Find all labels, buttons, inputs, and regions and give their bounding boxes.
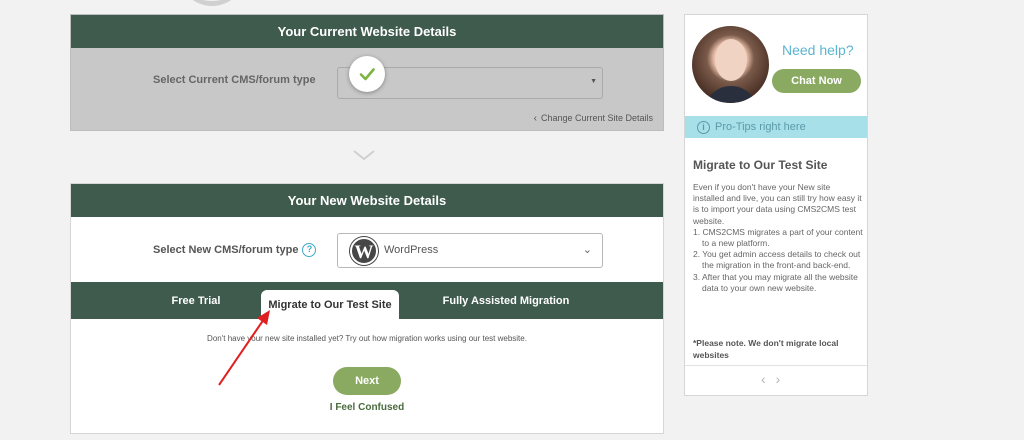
current-website-panel: Your Current Website Details Select Curr… bbox=[70, 14, 664, 131]
next-button[interactable]: Next bbox=[333, 367, 401, 395]
chevron-left-icon: ‹ bbox=[533, 113, 537, 124]
test-site-description: Don't have your new site installed yet? … bbox=[207, 334, 527, 343]
tip-body: Even if you don't have your New site ins… bbox=[693, 182, 863, 294]
tab-migrate-test-site[interactable]: Migrate to Our Test Site bbox=[261, 290, 399, 319]
current-website-title: Your Current Website Details bbox=[71, 15, 663, 48]
change-current-site-label: Change Current Site Details bbox=[540, 113, 653, 123]
tip-steps-list: 1. CMS2CMS migrates a part of your conte… bbox=[693, 227, 863, 294]
tip-intro: Even if you don't have your New site ins… bbox=[693, 182, 862, 226]
protips-banner: i Pro-Tips right here bbox=[685, 116, 867, 138]
tip-step: 3. After that you may migrate all the we… bbox=[693, 271, 858, 293]
card-divider bbox=[685, 365, 867, 366]
caret-down-icon: ▼ bbox=[590, 78, 597, 85]
migration-tabs: Free Trial Migrate to Our Test Site Full… bbox=[71, 282, 663, 319]
protips-label: Pro-Tips right here bbox=[715, 121, 806, 133]
chat-now-button[interactable]: Chat Now bbox=[772, 69, 861, 93]
tip-title: Migrate to Our Test Site bbox=[693, 158, 828, 172]
new-website-title: Your New Website Details bbox=[71, 184, 663, 217]
tip-note: *Please note. We don't migrate local web… bbox=[693, 338, 839, 360]
completed-check-icon bbox=[349, 56, 385, 92]
current-cms-label: Select Current CMS/forum type bbox=[153, 74, 316, 86]
support-agent-avatar bbox=[692, 26, 769, 103]
new-cms-value: WordPress bbox=[384, 244, 439, 256]
help-question-icon[interactable]: ? bbox=[302, 243, 317, 257]
new-cms-label-row: Select New CMS/forum type ? bbox=[153, 243, 317, 257]
previous-tip-arrow-icon[interactable]: ‹ bbox=[761, 371, 776, 387]
change-current-site-link[interactable]: ‹ Change Current Site Details bbox=[534, 113, 653, 124]
next-tip-arrow-icon[interactable]: › bbox=[776, 371, 791, 387]
need-help-heading: Need help? bbox=[782, 42, 854, 58]
new-website-panel: Your New Website Details Select New CMS/… bbox=[70, 183, 664, 434]
new-cms-label: Select New CMS/forum type bbox=[153, 244, 299, 256]
tab-fully-assisted-migration[interactable]: Fully Assisted Migration bbox=[411, 282, 601, 319]
i-feel-confused-link[interactable]: I Feel Confused bbox=[71, 402, 663, 413]
chevron-down-icon bbox=[353, 150, 375, 161]
tip-step: 2. You get admin access details to check… bbox=[693, 249, 861, 271]
help-sidebar-card: Need help? Chat Now i Pro-Tips right her… bbox=[684, 14, 868, 396]
chevron-down-icon: ⌄ bbox=[582, 244, 592, 256]
annotation-arrow-icon bbox=[218, 310, 270, 386]
info-icon: i bbox=[697, 120, 710, 134]
tip-step: 1. CMS2CMS migrates a part of your conte… bbox=[693, 226, 863, 249]
wordpress-icon: W bbox=[350, 237, 378, 265]
tip-navigation: ‹› bbox=[761, 371, 790, 387]
top-arc-decoration bbox=[178, 0, 246, 6]
new-cms-select[interactable]: W WordPress ⌄ bbox=[337, 233, 603, 268]
